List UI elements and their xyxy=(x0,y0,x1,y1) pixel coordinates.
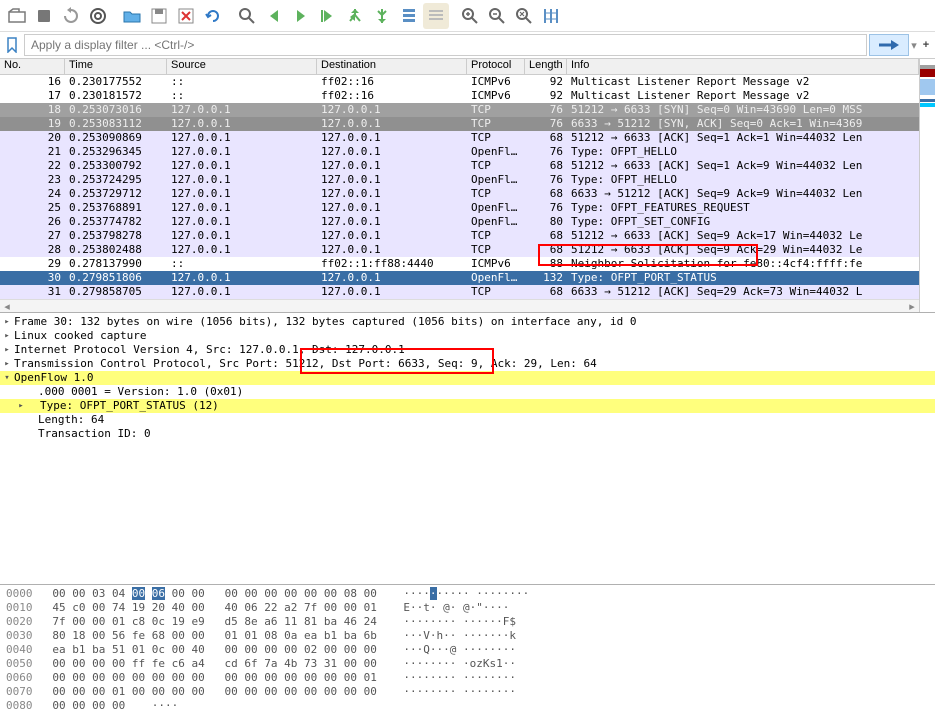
packet-row[interactable]: 250.253768891127.0.0.1127.0.0.1OpenFl…76… xyxy=(0,201,919,215)
display-filter-input[interactable] xyxy=(24,34,867,56)
detail-openflow: OpenFlow 1.0 xyxy=(14,371,93,385)
jump-icon[interactable] xyxy=(315,3,341,29)
close-icon[interactable] xyxy=(173,3,199,29)
folder-open-icon[interactable] xyxy=(4,3,30,29)
reload-icon[interactable] xyxy=(200,3,226,29)
add-filter-button[interactable]: + xyxy=(919,34,933,56)
expand-icon[interactable]: ▸ xyxy=(14,399,28,413)
stop-icon[interactable] xyxy=(31,3,57,29)
detail-frame: Frame 30: 132 bytes on wire (1056 bits),… xyxy=(14,315,637,329)
scroll-right-icon[interactable]: ▸ xyxy=(905,300,919,312)
packet-row[interactable]: 160.230177552::ff02::16ICMPv692Multicast… xyxy=(0,75,919,89)
restart-icon[interactable] xyxy=(58,3,84,29)
packet-list-body[interactable]: 160.230177552::ff02::16ICMPv692Multicast… xyxy=(0,75,919,299)
packet-row[interactable]: 270.253798278127.0.0.1127.0.0.1TCP685121… xyxy=(0,229,919,243)
packet-minimap[interactable] xyxy=(919,59,935,312)
packet-list-pane: No. Time Source Destination Protocol Len… xyxy=(0,58,935,312)
detail-ip: Internet Protocol Version 4, Src: 127.0.… xyxy=(14,343,405,357)
packet-row[interactable]: 200.253090869127.0.0.1127.0.0.1TCP685121… xyxy=(0,131,919,145)
detail-type: Type: OFPT_PORT_STATUS (12) xyxy=(28,399,219,413)
find-icon[interactable] xyxy=(234,3,260,29)
col-header-dst[interactable]: Destination xyxy=(317,59,467,74)
packet-row[interactable]: 260.253774782127.0.0.1127.0.0.1OpenFl…80… xyxy=(0,215,919,229)
details-pane-wrap: ▸Frame 30: 132 bytes on wire (1056 bits)… xyxy=(0,312,935,584)
packet-row[interactable]: 280.253802488127.0.0.1127.0.0.1TCP685121… xyxy=(0,243,919,257)
packet-row[interactable]: 300.279851806127.0.0.1127.0.0.1OpenFl…13… xyxy=(0,271,919,285)
h-scrollbar[interactable]: ◂ ▸ xyxy=(0,299,919,312)
packet-list-header[interactable]: No. Time Source Destination Protocol Len… xyxy=(0,59,919,75)
col-header-time[interactable]: Time xyxy=(65,59,167,74)
go-last-icon[interactable] xyxy=(369,3,395,29)
packet-row[interactable]: 180.253073016127.0.0.1127.0.0.1TCP765121… xyxy=(0,103,919,117)
resize-columns-icon[interactable] xyxy=(538,3,564,29)
hex-dump-pane[interactable]: 0000 00 00 03 04 00 06 00 00 00 00 00 00… xyxy=(0,584,935,727)
col-header-proto[interactable]: Protocol xyxy=(467,59,525,74)
packet-row[interactable]: 170.230181572::ff02::16ICMPv692Multicast… xyxy=(0,89,919,103)
go-first-icon[interactable] xyxy=(342,3,368,29)
back-icon[interactable] xyxy=(261,3,287,29)
col-header-info[interactable]: Info xyxy=(567,59,919,74)
forward-icon[interactable] xyxy=(288,3,314,29)
detail-version: .000 0001 = Version: 1.0 (0x01) xyxy=(14,385,243,399)
dropdown-icon[interactable]: ▾ xyxy=(911,39,917,52)
packet-row[interactable]: 220.253300792127.0.0.1127.0.0.1TCP685121… xyxy=(0,159,919,173)
expand-icon[interactable]: ▸ xyxy=(0,329,14,343)
packet-row[interactable]: 210.253296345127.0.0.1127.0.0.1OpenFl…76… xyxy=(0,145,919,159)
packet-row[interactable]: 190.253083112127.0.0.1127.0.0.1TCP766633… xyxy=(0,117,919,131)
detail-tcp: Transmission Control Protocol, Src Port:… xyxy=(14,357,597,371)
filter-bar: ▾ + xyxy=(0,32,935,58)
packet-details-pane[interactable]: ▸Frame 30: 132 bytes on wire (1056 bits)… xyxy=(0,312,935,584)
expand-icon[interactable]: ▸ xyxy=(0,357,14,371)
packet-row[interactable]: 230.253724295127.0.0.1127.0.0.1OpenFl…76… xyxy=(0,173,919,187)
zoom-out-icon[interactable] xyxy=(484,3,510,29)
colorize-icon[interactable] xyxy=(423,3,449,29)
detail-tid: Transaction ID: 0 xyxy=(14,427,151,441)
detail-length: Length: 64 xyxy=(14,413,104,427)
collapse-icon[interactable]: ▾ xyxy=(0,371,14,385)
main-toolbar xyxy=(0,0,935,32)
expand-icon[interactable]: ▸ xyxy=(0,343,14,357)
apply-filter-button[interactable] xyxy=(869,34,909,56)
autoscroll-icon[interactable] xyxy=(396,3,422,29)
scroll-left-icon[interactable]: ◂ xyxy=(0,300,14,312)
bookmark-icon[interactable] xyxy=(2,34,22,56)
packet-row[interactable]: 240.253729712127.0.0.1127.0.0.1TCP686633… xyxy=(0,187,919,201)
expand-icon[interactable]: ▸ xyxy=(0,315,14,329)
settings-icon[interactable] xyxy=(85,3,111,29)
col-header-len[interactable]: Length xyxy=(525,59,567,74)
col-header-no[interactable]: No. xyxy=(0,59,65,74)
zoom-in-icon[interactable] xyxy=(457,3,483,29)
zoom-reset-icon[interactable] xyxy=(511,3,537,29)
packet-row[interactable]: 310.279858705127.0.0.1127.0.0.1TCP686633… xyxy=(0,285,919,299)
packet-row[interactable]: 290.278137990::ff02::1:ff88:4440ICMPv688… xyxy=(0,257,919,271)
save-icon[interactable] xyxy=(146,3,172,29)
detail-linux: Linux cooked capture xyxy=(14,329,146,343)
col-header-src[interactable]: Source xyxy=(167,59,317,74)
open-file-icon[interactable] xyxy=(119,3,145,29)
